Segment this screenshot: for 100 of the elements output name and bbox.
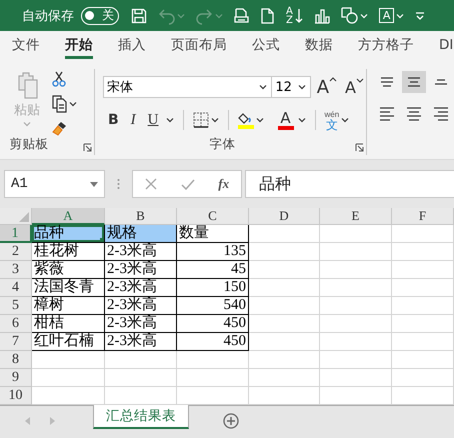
save-icon[interactable] [131, 8, 147, 24]
caret-icon[interactable] [256, 117, 264, 123]
name-box[interactable]: A1 [4, 170, 105, 198]
decrease-font-button[interactable]: A [343, 78, 366, 96]
scissors-icon[interactable] [52, 71, 66, 87]
row-header[interactable]: 2 [0, 243, 32, 261]
table-cell [392, 351, 454, 369]
table-cell: 2-3米高 [105, 279, 177, 297]
table-cell: 45 [177, 261, 249, 279]
row-header[interactable]: 9 [0, 369, 32, 387]
dropdown-icon[interactable] [90, 182, 98, 186]
dialog-launcher-icon[interactable] [355, 143, 364, 152]
row-header[interactable]: 10 [0, 387, 32, 405]
bar-chart-icon[interactable] [314, 8, 330, 24]
align-left-icon [380, 107, 394, 121]
table-cell [249, 351, 320, 369]
table-cell [177, 351, 249, 369]
copy-icon[interactable] [52, 94, 67, 113]
row-header[interactable]: 6 [0, 315, 32, 333]
sort-button[interactable]: A Z [286, 6, 303, 24]
font-color-button[interactable]: A [276, 110, 296, 130]
ribbon-tab[interactable]: DI [439, 31, 454, 63]
table-cell [249, 369, 320, 387]
table-cell [249, 297, 320, 315]
ribbon-tab[interactable]: 文件 [12, 31, 40, 63]
table-cell [320, 369, 392, 387]
ribbon-tab[interactable]: 插入 [118, 31, 146, 63]
bold-button[interactable]: B [103, 110, 124, 130]
table-cell: 2-3米高 [105, 261, 177, 279]
clipboard-icon [16, 71, 38, 99]
ribbon-tab[interactable]: 开始 [65, 31, 93, 63]
shapes-icon[interactable] [340, 7, 358, 24]
row-header[interactable]: 8 [0, 351, 32, 369]
font-size-dropdown[interactable]: 12 [272, 76, 311, 98]
align-center-icon [407, 107, 421, 121]
column-header[interactable]: B [105, 208, 177, 225]
row-header[interactable]: 5 [0, 297, 32, 315]
caret-icon[interactable] [298, 84, 306, 90]
grip-icon [117, 178, 120, 190]
row-header[interactable]: 3 [0, 261, 32, 279]
table-cell [392, 297, 454, 315]
formula-input[interactable]: 品种 [245, 170, 454, 198]
customize-icon[interactable] [415, 10, 426, 20]
dialog-launcher-icon[interactable] [83, 143, 92, 152]
table-cell [249, 261, 320, 279]
ribbon-tab[interactable]: 公式 [252, 31, 280, 63]
fill-color-icon[interactable] [238, 112, 254, 128]
ribbon-tab[interactable]: 数据 [305, 31, 333, 63]
row-header[interactable]: 1 [0, 225, 32, 243]
column-header[interactable]: D [249, 208, 320, 225]
row-header[interactable]: 4 [0, 279, 32, 297]
align-right-icon [434, 107, 448, 121]
print-preview-icon[interactable] [234, 8, 249, 24]
table-cell: 紫薇 [32, 261, 105, 279]
italic-button[interactable]: I [126, 110, 141, 130]
table-cell [392, 315, 454, 333]
table-cell [320, 243, 392, 261]
ribbon-tab[interactable]: 方方格子 [358, 31, 414, 63]
insert-function-button[interactable]: fx [218, 176, 230, 192]
table-cell: 红叶石楠 [32, 333, 105, 351]
caret-icon[interactable] [341, 117, 350, 123]
autosave-toggle[interactable]: 关 [81, 6, 119, 24]
table-cell: 品种 [32, 225, 105, 243]
document-icon[interactable] [260, 8, 275, 24]
table-cell [392, 333, 454, 351]
table-cell: 2-3米高 [105, 243, 177, 261]
table-cell [249, 333, 320, 351]
ribbon-tab[interactable]: 页面布局 [171, 31, 227, 63]
phonetic-button[interactable]: wén 文 [324, 110, 340, 130]
table-cell [392, 243, 454, 261]
align-top-icon [381, 77, 393, 87]
sheet-tab[interactable]: 汇总结果表 [93, 405, 189, 429]
caret-icon[interactable] [298, 117, 306, 123]
table-cell [320, 333, 392, 351]
column-header[interactable]: F [392, 208, 454, 225]
caret-icon[interactable] [166, 117, 174, 123]
caret-icon[interactable] [259, 84, 268, 90]
group-label: 剪贴板 [8, 136, 50, 153]
align-middle-button[interactable] [402, 71, 426, 93]
brush-icon[interactable] [52, 120, 68, 136]
column-header[interactable]: A [32, 208, 105, 225]
row-header[interactable]: 7 [0, 333, 32, 351]
table-cell [392, 261, 454, 279]
table-cell: 150 [177, 279, 249, 297]
table-cell: 樟树 [32, 297, 105, 315]
table-cell [392, 279, 454, 297]
up-caret-icon [329, 76, 338, 82]
table-cell [392, 369, 454, 387]
column-header[interactable]: E [320, 208, 392, 225]
caret-icon[interactable] [69, 100, 77, 106]
table-cell [320, 279, 392, 297]
font-name-dropdown[interactable]: 宋体 [103, 76, 272, 98]
caret-icon[interactable] [210, 117, 219, 123]
check-icon[interactable] [180, 178, 195, 190]
table-cell: 540 [177, 297, 249, 315]
underline-button[interactable]: U [142, 110, 164, 130]
add-sheet-icon[interactable] [223, 413, 239, 429]
borders-icon[interactable] [192, 112, 209, 128]
column-header[interactable]: C [177, 208, 249, 225]
increase-font-button[interactable]: A [314, 76, 340, 98]
